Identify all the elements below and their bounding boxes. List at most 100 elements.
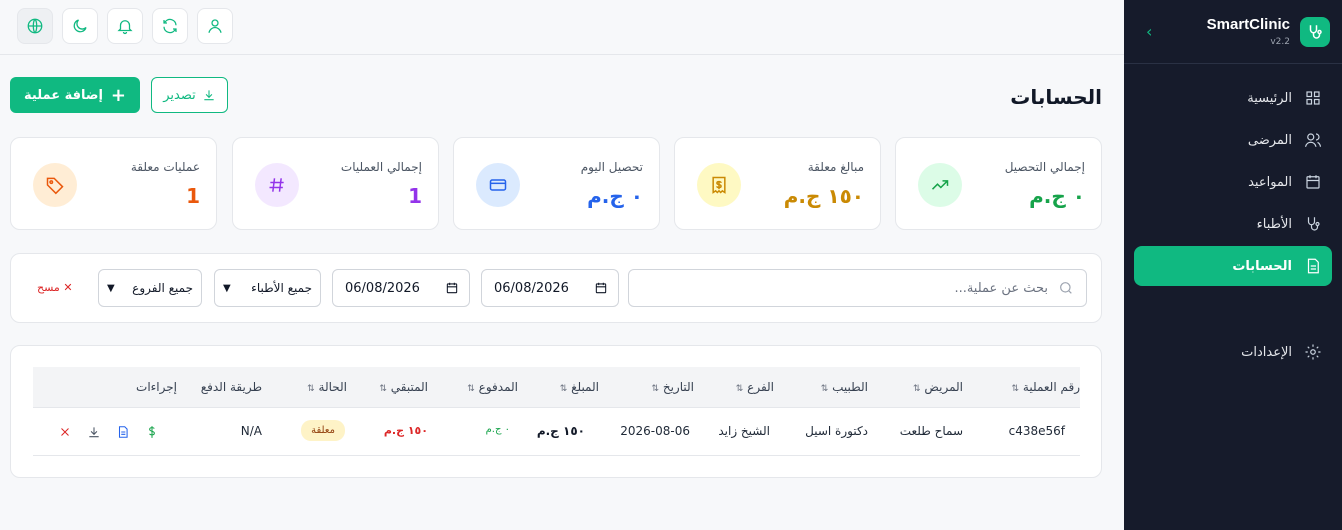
hash-icon (255, 163, 299, 207)
column-header-id[interactable]: رقم العملية ⇅ (990, 380, 1080, 394)
globe-icon (27, 18, 43, 34)
stat-value: ٠ ج.م (587, 184, 643, 208)
profile-button[interactable] (197, 8, 233, 44)
table-row[interactable]: c438e56f سماح طلعت دكتورة اسيل الشيخ زاي… (33, 408, 1080, 456)
close-icon (61, 428, 69, 436)
calendar-icon (1306, 175, 1320, 189)
clear-filters-label: مسح (37, 281, 60, 294)
stat-card-pending-operations: عمليات معلقة 1 (10, 137, 217, 230)
refresh-button[interactable] (152, 8, 188, 44)
table-header: رقم العملية ⇅ المريض ⇅ الطبيب ⇅ الفرع ⇅ … (33, 367, 1080, 408)
invoice-button[interactable] (116, 424, 130, 438)
stat-card-pending-amounts: مبالغ معلقة ١٥٠ ج.م (674, 137, 881, 230)
column-header-date[interactable]: التاريخ ⇅ (624, 380, 694, 394)
download-icon (204, 90, 214, 101)
calendar-icon (595, 282, 607, 294)
filters-panel: 06/08/2026 06/08/2026 جميع الأطباء ▼ جمي… (10, 253, 1102, 323)
cell-date: 2026-08-06 (620, 424, 690, 438)
column-header-actions: إجراءات (136, 380, 177, 394)
stat-label: مبالغ معلقة (807, 160, 864, 174)
date-from-value: 06/08/2026 (345, 280, 420, 296)
sidebar-item-home[interactable]: الرئيسية (1134, 78, 1332, 118)
delete-button[interactable] (58, 424, 72, 438)
stethoscope-logo-icon (1300, 16, 1330, 47)
refresh-icon (163, 18, 177, 34)
chevron-down-icon: ▼ (223, 282, 231, 294)
collapse-sidebar-button[interactable]: › (1146, 22, 1152, 41)
stat-card-today-collection: تحصيل اليوم ٠ ج.م (453, 137, 660, 230)
column-header-amount[interactable]: المبلغ ⇅ (539, 380, 599, 394)
brand-name: SmartClinic (1206, 16, 1290, 33)
branch-select[interactable]: جميع الفروع ▼ (98, 269, 202, 307)
pay-button[interactable] (145, 424, 159, 438)
trending-up-icon (918, 163, 962, 207)
notifications-button[interactable] (107, 8, 143, 44)
date-from-input[interactable]: 06/08/2026 (332, 269, 470, 307)
download-button[interactable] (87, 424, 101, 438)
cell-patient: سماح طلعت (899, 424, 963, 438)
stat-value: 1 (186, 184, 200, 208)
cell-branch: الشيخ زايد (718, 424, 770, 438)
credit-card-icon (476, 163, 520, 207)
brand-header: SmartClinic v2.2 › (1124, 0, 1342, 64)
dollar-icon (149, 426, 155, 438)
stat-label: إجمالي التحصيل (1004, 160, 1085, 174)
stat-value: 1 (408, 184, 422, 208)
dashboard-icon (1306, 91, 1320, 105)
gear-icon (1305, 344, 1321, 360)
search-input[interactable] (641, 280, 1048, 296)
language-button[interactable] (17, 8, 53, 44)
stat-card-total-collected: إجمالي التحصيل ٠ ج.م (895, 137, 1102, 230)
export-button[interactable]: تصدير (151, 77, 228, 113)
cell-payment-method: N/A (240, 424, 262, 438)
column-header-paid[interactable]: المدفوع ⇅ (453, 380, 518, 394)
chevron-down-icon: ▼ (107, 282, 115, 294)
column-header-remaining[interactable]: المتبقي ⇅ (368, 380, 428, 394)
sidebar-item-label: الحسابات (1232, 258, 1292, 274)
sidebar-item-settings[interactable]: الإعدادات (1134, 332, 1332, 372)
sidebar: SmartClinic v2.2 › الرئيسية المرضى الموا… (1124, 0, 1342, 530)
search-icon (1060, 282, 1072, 294)
doctor-select-value: جميع الأطباء (251, 281, 312, 295)
receipt-icon (697, 163, 741, 207)
search-box[interactable] (628, 269, 1087, 307)
tag-icon (33, 163, 77, 207)
sidebar-nav: الرئيسية المرضى المواعيد الأطباء الحسابا… (1124, 64, 1342, 372)
theme-toggle-button[interactable] (62, 8, 98, 44)
cell-amount: ١٥٠ ج.م (536, 424, 585, 438)
cell-id: c438e56f (1008, 424, 1065, 438)
transactions-table: رقم العملية ⇅ المريض ⇅ الطبيب ⇅ الفرع ⇅ … (10, 345, 1102, 478)
column-header-payment-method: طريقة الدفع (200, 380, 262, 394)
sidebar-item-accounts[interactable]: الحسابات (1134, 246, 1332, 286)
doctor-select[interactable]: جميع الأطباء ▼ (214, 269, 321, 307)
stat-label: عمليات معلقة (130, 160, 200, 174)
bell-icon (117, 20, 133, 35)
date-to-value: 06/08/2026 (494, 280, 569, 296)
brand-version: v2.2 (1270, 37, 1290, 47)
stat-value: ٠ ج.م (1029, 184, 1085, 208)
column-header-doctor[interactable]: الطبيب ⇅ (798, 380, 868, 394)
close-icon: ✕ (63, 281, 73, 294)
cell-remaining: ١٥٠ ج.م (383, 424, 428, 437)
sidebar-item-label: المرضى (1247, 132, 1292, 148)
date-to-input[interactable]: 06/08/2026 (481, 269, 619, 307)
sidebar-item-appointments[interactable]: المواعيد (1134, 162, 1332, 202)
column-header-branch[interactable]: الفرع ⇅ (714, 380, 774, 394)
column-header-patient[interactable]: المريض ⇅ (883, 380, 963, 394)
column-header-status[interactable]: الحالة ⇅ (292, 380, 347, 394)
stat-label: إجمالي العمليات (340, 160, 422, 174)
page-title: الحسابات (1010, 85, 1102, 109)
document-icon (1307, 258, 1319, 274)
plus-icon: + (110, 84, 127, 106)
stethoscope-icon (1307, 217, 1320, 231)
add-transaction-label: إضافة عملية (24, 87, 103, 103)
download-icon (89, 427, 99, 438)
sidebar-item-label: المواعيد (1248, 174, 1292, 190)
user-icon (208, 19, 222, 33)
sidebar-item-doctors[interactable]: الأطباء (1134, 204, 1332, 244)
add-transaction-button[interactable]: + إضافة عملية (10, 77, 140, 113)
sidebar-item-patients[interactable]: المرضى (1134, 120, 1332, 160)
clear-filters-button[interactable]: ✕ مسح (37, 281, 73, 294)
export-label: تصدير (163, 87, 196, 103)
branch-select-value: جميع الفروع (132, 281, 193, 295)
